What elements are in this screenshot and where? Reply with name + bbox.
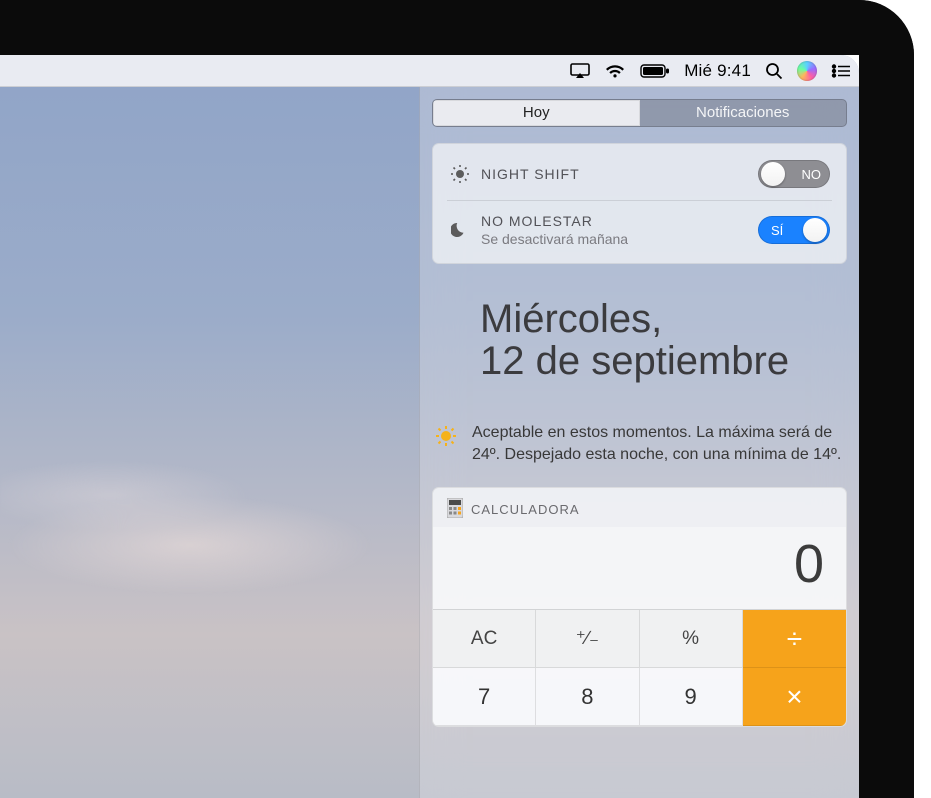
airplay-icon[interactable] — [570, 63, 590, 79]
quick-toggles-card: NIGHT SHIFT NO NO MOLESTAR — [432, 143, 847, 264]
menu-bar-clock[interactable]: Mié 9:41 — [684, 61, 751, 81]
calc-btn-9[interactable]: 9 — [640, 668, 743, 726]
calculator-keypad: AC ⁺∕₋ % ÷ 7 8 9 × — [433, 609, 846, 726]
night-shift-icon — [449, 164, 471, 184]
calc-btn-divide[interactable]: ÷ — [743, 610, 846, 668]
night-shift-row: NIGHT SHIFT NO — [447, 148, 832, 200]
dnd-subtitle: Se desactivará mañana — [481, 231, 748, 247]
tab-today[interactable]: Hoy — [433, 100, 640, 126]
calculator-app-icon — [447, 498, 463, 521]
today-date: Miércoles, 12 de septiembre — [432, 298, 847, 382]
calc-btn-7[interactable]: 7 — [433, 668, 536, 726]
spotlight-icon[interactable] — [765, 62, 783, 80]
siri-icon[interactable] — [797, 61, 817, 81]
menu-bar: Mié 9:41 — [0, 55, 859, 87]
calculator-header: CALCULADORA — [433, 488, 846, 527]
night-shift-state-label: NO — [802, 167, 822, 182]
tab-notifications[interactable]: Notificaciones — [640, 100, 847, 126]
menu-bar-status: Mié 9:41 — [570, 61, 851, 81]
night-shift-toggle[interactable]: NO — [758, 160, 830, 188]
calc-btn-ac[interactable]: AC — [433, 610, 536, 668]
sun-icon — [434, 422, 462, 465]
battery-icon[interactable] — [640, 64, 670, 78]
calc-btn-percent[interactable]: % — [640, 610, 743, 668]
do-not-disturb-row: NO MOLESTAR Se desactivará mañana SÍ — [447, 200, 832, 259]
wifi-icon[interactable] — [604, 63, 626, 79]
weather-text: Aceptable en estos momentos. La máxima s… — [472, 422, 843, 465]
night-shift-title: NIGHT SHIFT — [481, 166, 748, 182]
nc-tab-segmented: Hoy Notificaciones — [432, 99, 847, 127]
calc-btn-multiply[interactable]: × — [743, 668, 846, 726]
wallpaper — [0, 435, 420, 625]
dnd-title: NO MOLESTAR — [481, 213, 748, 229]
calc-btn-8[interactable]: 8 — [536, 668, 639, 726]
notification-center-panel: Hoy Notificaciones — [419, 87, 859, 798]
dnd-state-label: SÍ — [771, 223, 783, 238]
screen: Mié 9:41 Hoy — [0, 55, 859, 798]
calculator-title: CALCULADORA — [471, 502, 580, 517]
weather-summary[interactable]: Aceptable en estos momentos. La máxima s… — [432, 422, 847, 465]
notification-center-icon[interactable] — [831, 64, 851, 78]
calc-btn-negate[interactable]: ⁺∕₋ — [536, 610, 639, 668]
calculator-widget: CALCULADORA 0 AC ⁺∕₋ % ÷ 7 8 9 × — [432, 487, 847, 727]
date-line-1: Miércoles, — [480, 298, 847, 340]
device-frame: Mié 9:41 Hoy — [0, 0, 931, 798]
date-line-2: 12 de septiembre — [480, 340, 847, 382]
dnd-toggle[interactable]: SÍ — [758, 216, 830, 244]
calculator-display: 0 — [433, 527, 846, 609]
moon-icon — [449, 221, 471, 239]
